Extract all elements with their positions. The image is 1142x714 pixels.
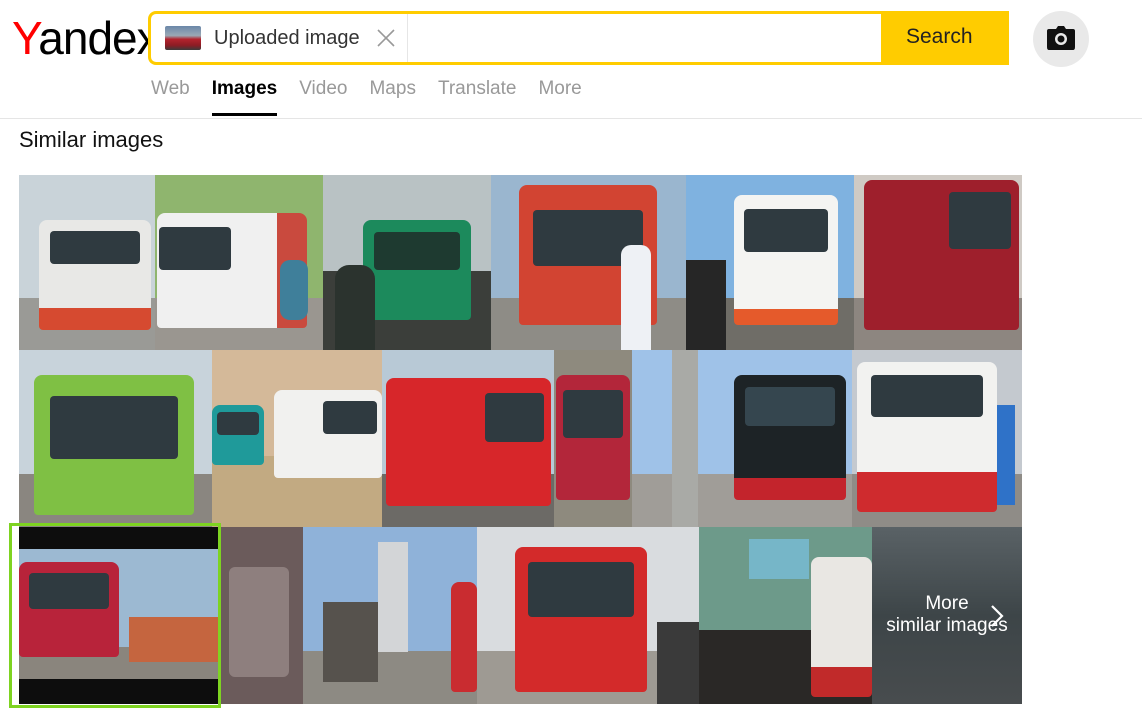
similar-image[interactable]: [303, 527, 477, 704]
search-field[interactable]: Uploaded image: [148, 11, 884, 65]
logo-rest: andex: [38, 12, 159, 64]
similar-image[interactable]: [19, 350, 212, 527]
similar-image[interactable]: [19, 527, 219, 704]
chevron-right-icon: [991, 605, 1004, 627]
similar-image[interactable]: [686, 175, 854, 350]
similar-image[interactable]: [491, 175, 686, 350]
similar-image[interactable]: [19, 175, 155, 350]
close-icon[interactable]: [373, 25, 399, 51]
tab-maps[interactable]: Maps: [369, 78, 415, 118]
header-divider: [0, 118, 1142, 119]
uploaded-image-label: Uploaded image: [214, 27, 360, 49]
tab-web[interactable]: Web: [151, 78, 190, 118]
search-button-label: Search: [906, 25, 973, 48]
tab-images[interactable]: Images: [211, 78, 278, 118]
search-bar: Uploaded image Search: [148, 11, 1009, 65]
tab-more[interactable]: More: [538, 78, 581, 118]
search-tabs: Web Images Video Maps Translate More: [151, 78, 604, 118]
similar-image[interactable]: [852, 350, 1022, 527]
similar-image[interactable]: [212, 350, 382, 527]
similar-image[interactable]: [219, 527, 303, 704]
search-button[interactable]: Search: [881, 11, 1009, 65]
similar-image[interactable]: [477, 527, 699, 704]
similar-image[interactable]: [155, 175, 323, 350]
uploaded-image-thumbnail: [165, 26, 201, 50]
similar-image[interactable]: [554, 350, 632, 527]
search-input[interactable]: [411, 16, 881, 62]
tab-translate[interactable]: Translate: [438, 78, 517, 118]
similar-image[interactable]: [323, 175, 491, 350]
chip-divider: [407, 14, 408, 62]
similar-image[interactable]: [854, 175, 1022, 350]
similar-images-heading: Similar images: [19, 127, 164, 152]
similar-image[interactable]: [382, 350, 554, 527]
similar-image[interactable]: [632, 350, 852, 527]
camera-search-button[interactable]: [1033, 11, 1089, 67]
yandex-logo[interactable]: Yandex: [12, 12, 160, 64]
logo-first-letter: Y: [12, 12, 39, 64]
more-similar-images-tile[interactable]: More similar images: [872, 527, 1022, 704]
tab-video[interactable]: Video: [299, 78, 347, 118]
similar-image[interactable]: [699, 527, 872, 704]
camera-icon: [1047, 26, 1075, 50]
